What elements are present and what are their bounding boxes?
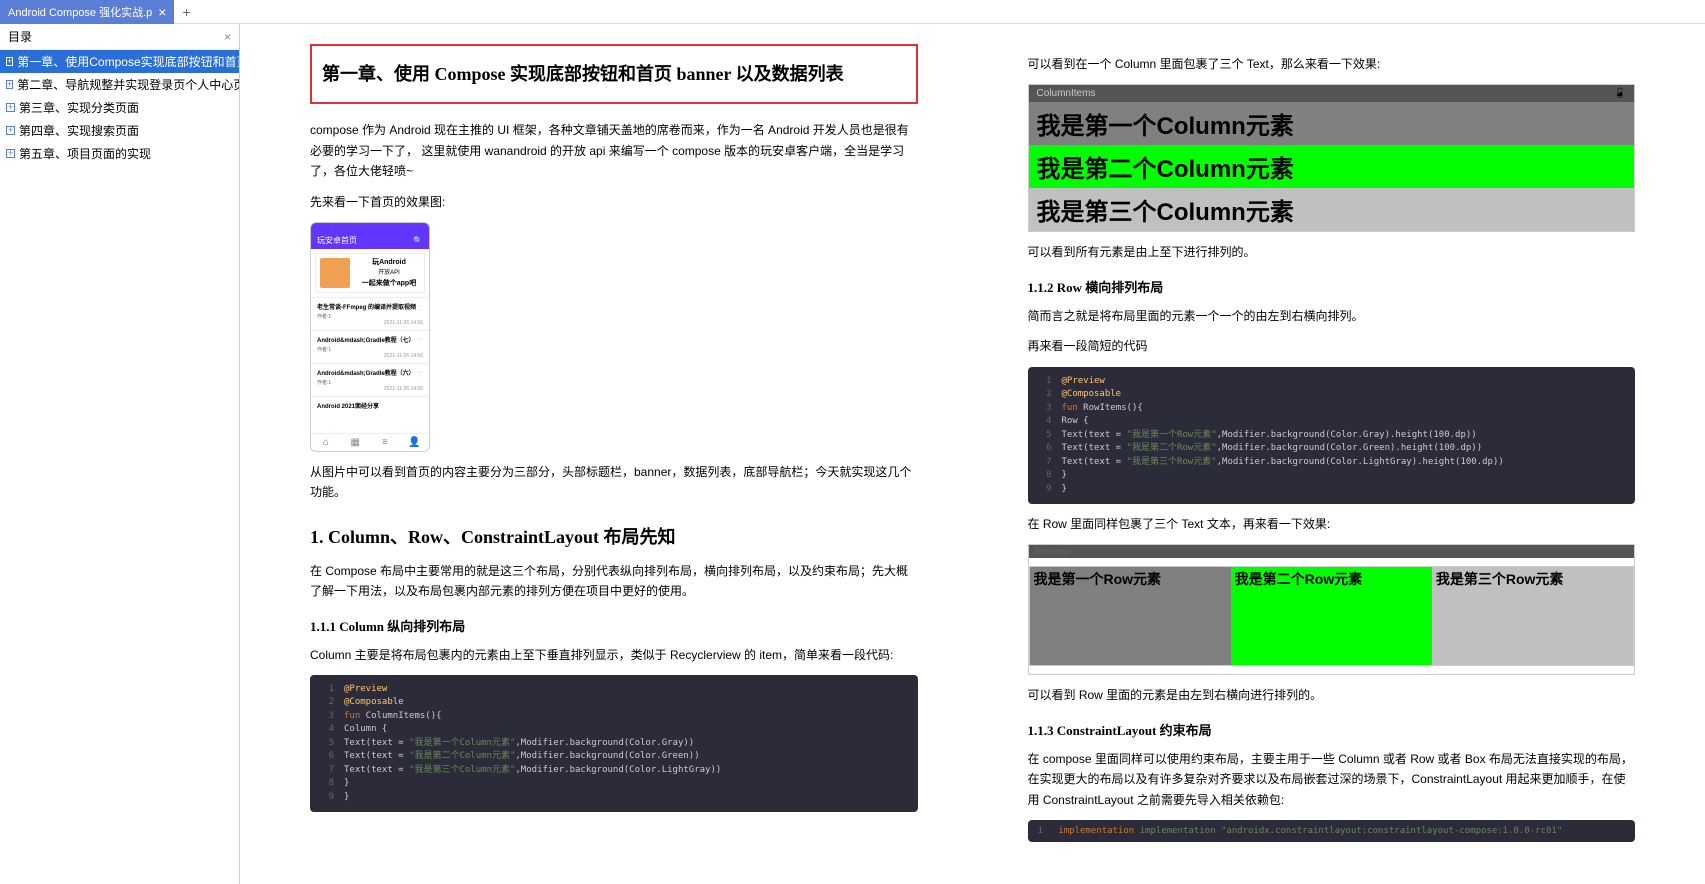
- paragraph: 可以看到在一个 Column 里面包裹了三个 Text，那么来看一下效果:: [1028, 54, 1636, 74]
- after-image-paragraph: 从图片中可以看到首页的内容主要分为三部分，头部标题栏，banner，数据列表，底…: [310, 462, 918, 503]
- home-icon: ⌂: [311, 434, 341, 451]
- toc-title: 目录: [8, 28, 32, 45]
- close-icon[interactable]: ×: [158, 4, 166, 20]
- subsection-paragraph: Column 主要是将布局包裹内的元素由上至下垂直排列显示，类似于 Recycl…: [310, 645, 918, 665]
- toc-close-icon[interactable]: ×: [224, 30, 231, 44]
- subsection-heading: 1.1.2 Row 横向排列布局: [1028, 277, 1636, 296]
- expand-icon[interactable]: +: [6, 126, 15, 135]
- intro-paragraph: compose 作为 Android 现在主推的 UI 框架，各种文章铺天盖地的…: [310, 120, 918, 181]
- chapter-title: 第一章、使用 Compose 实现底部按钮和首页 banner 以及数据列表: [322, 58, 906, 90]
- tab-bar: Android Compose 强化实战.p × +: [0, 0, 1705, 24]
- paragraph: 可以看到 Row 里面的元素是由左到右横向进行排列的。: [1028, 685, 1636, 705]
- expand-icon[interactable]: +: [6, 149, 15, 158]
- document-tab[interactable]: Android Compose 强化实战.p ×: [0, 0, 174, 24]
- subsection-heading: 1.1.1 Column 纵向排列布局: [310, 616, 918, 635]
- page-2: 可以看到在一个 Column 里面包裹了三个 Text，那么来看一下效果: Co…: [988, 24, 1676, 884]
- document-content[interactable]: 第一章、使用 Compose 实现底部按钮和首页 banner 以及数据列表 c…: [240, 24, 1705, 884]
- toc-item-ch4[interactable]: +第四章、实现搜索页面: [0, 119, 239, 142]
- toc-item-ch2[interactable]: +第二章、导航规整并实现登录页个人中心页: [0, 73, 239, 96]
- dependency-code: 1 implementation implementation "android…: [1028, 820, 1636, 842]
- grid-icon: ▦: [341, 434, 371, 451]
- add-tab-button[interactable]: +: [174, 4, 198, 20]
- user-icon: 👤: [400, 434, 430, 451]
- code-block-column: 1@Preview2@Composable3fun ColumnItems(){…: [310, 675, 918, 813]
- toc-item-ch3[interactable]: +第三章、实现分类页面: [0, 96, 239, 119]
- paragraph: 再来看一段简短的代码: [1028, 336, 1636, 356]
- section-heading: 1. Column、Row、ConstraintLayout 布局先知: [310, 523, 918, 549]
- page-1: 第一章、使用 Compose 实现底部按钮和首页 banner 以及数据列表 c…: [270, 24, 958, 884]
- phone-screenshot: 玩安卓首页 🔍 玩Android 开放API 一起来做个app吧 ♡老生常谈-F…: [310, 222, 430, 452]
- expand-icon[interactable]: +: [6, 57, 13, 66]
- toc-item-ch1[interactable]: +第一章、使用Compose实现底部按钮和首页: [0, 50, 239, 73]
- toc-list: +第一章、使用Compose实现底部按钮和首页 +第二章、导航规整并实现登录页个…: [0, 50, 239, 165]
- row-preview: RowItems 我是第一个Row元素 我是第二个Row元素 我是第三个Row元…: [1028, 544, 1636, 675]
- paragraph: 在 compose 里面同样可以使用约束布局，主要主用于一些 Column 或者…: [1028, 749, 1636, 810]
- intro-paragraph-2: 先来看一下首页的效果图:: [310, 192, 918, 212]
- paragraph: 简而言之就是将布局里面的元素一个一个的由左到右横向排列。: [1028, 306, 1636, 326]
- list-icon: ≡: [370, 434, 400, 451]
- phone-icon: 📱: [1614, 88, 1626, 99]
- column-preview: ColumnItems📱 我是第一个Column元素 我是第二个Column元素…: [1028, 84, 1636, 232]
- section-paragraph: 在 Compose 布局中主要常用的就是这三个布局，分别代表纵向排列布局，横向排…: [310, 561, 918, 602]
- subsection-heading: 1.1.3 ConstraintLayout 约束布局: [1028, 720, 1636, 739]
- expand-icon[interactable]: +: [6, 103, 15, 112]
- paragraph: 在 Row 里面同样包裹了三个 Text 文本，再来看一下效果:: [1028, 514, 1636, 534]
- toc-item-ch5[interactable]: +第五章、项目页面的实现: [0, 142, 239, 165]
- code-block-row: 1@Preview2@Composable3fun RowItems(){4 R…: [1028, 367, 1636, 505]
- chapter-title-box: 第一章、使用 Compose 实现底部按钮和首页 banner 以及数据列表: [310, 44, 918, 104]
- toc-header: 目录 ×: [0, 24, 239, 50]
- toc-sidebar: 目录 × +第一章、使用Compose实现底部按钮和首页 +第二章、导航规整并实…: [0, 24, 240, 884]
- search-icon: 🔍: [413, 236, 423, 245]
- expand-icon[interactable]: +: [6, 80, 13, 89]
- paragraph: 可以看到所有元素是由上至下进行排列的。: [1028, 242, 1636, 262]
- tab-title: Android Compose 强化实战.p: [8, 4, 152, 20]
